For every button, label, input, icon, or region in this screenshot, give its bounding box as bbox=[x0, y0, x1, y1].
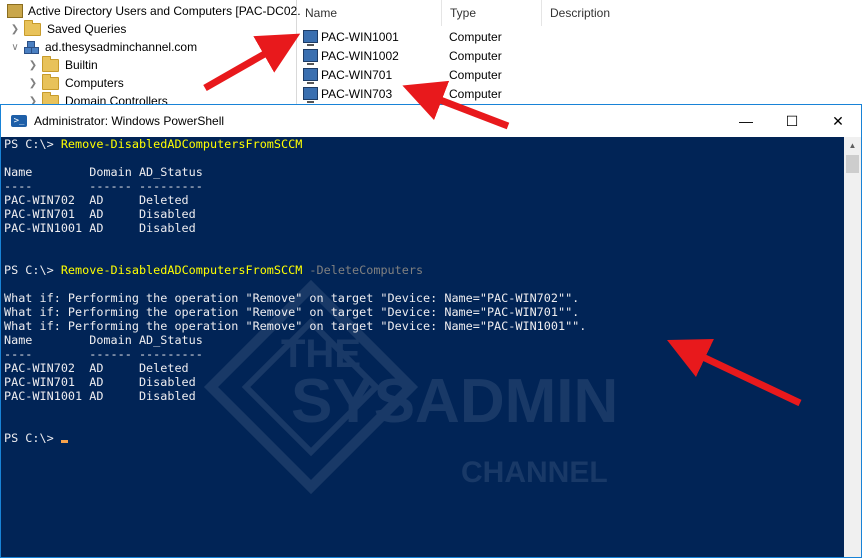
domain-icon bbox=[24, 40, 39, 54]
row-name: PAC-WIN703 bbox=[321, 87, 393, 101]
tree-item-computers[interactable]: ❯ Computers bbox=[28, 73, 124, 92]
computer-disabled-icon bbox=[303, 30, 318, 46]
tree-item-label: Computers bbox=[65, 76, 124, 90]
table-row: PAC-WIN1001 AD Disabled bbox=[4, 221, 196, 235]
whatif-line: What if: Performing the operation "Remov… bbox=[4, 319, 587, 333]
list-item[interactable]: PAC-WIN703 Computer bbox=[297, 85, 857, 104]
row-type: Computer bbox=[449, 49, 502, 63]
computer-icon bbox=[303, 49, 318, 65]
table-header: Name Domain AD_Status bbox=[4, 333, 203, 347]
tree-item-domain[interactable]: ∨ ad.thesysadminchannel.com bbox=[10, 38, 197, 56]
folder-icon bbox=[24, 19, 41, 36]
prompt: PS C:\> bbox=[4, 431, 61, 445]
computer-disabled-icon bbox=[303, 68, 318, 84]
row-type: Computer bbox=[449, 87, 502, 101]
command-parameter: -DeleteComputers bbox=[302, 263, 424, 277]
table-separator: ---- ------ --------- bbox=[4, 347, 203, 361]
list-item[interactable]: PAC-WIN1002 Computer bbox=[297, 47, 857, 66]
console-text: PS C:\> Remove-DisabledADComputersFromSC… bbox=[4, 137, 586, 445]
console-output[interactable]: THE SYSADMIN CHANNEL PS C:\> Remove-Disa… bbox=[1, 137, 844, 557]
chevron-right-icon[interactable]: ❯ bbox=[28, 60, 38, 71]
maximize-button[interactable]: ☐ bbox=[769, 105, 815, 137]
row-name: PAC-WIN1001 bbox=[321, 30, 399, 44]
command: Remove-DisabledADComputersFromSCCM bbox=[60, 263, 303, 277]
text-cursor bbox=[60, 440, 68, 443]
list-item[interactable]: PAC-WIN1001 Computer bbox=[297, 28, 857, 47]
tree-item-label: ad.thesysadminchannel.com bbox=[45, 40, 198, 54]
table-separator: ---- ------ --------- bbox=[4, 179, 203, 193]
tree-item-saved-queries[interactable]: ❯ Saved Queries bbox=[10, 19, 127, 38]
table-row: PAC-WIN702 AD Deleted bbox=[4, 193, 189, 207]
table-row: PAC-WIN1001 AD Disabled bbox=[4, 389, 196, 403]
console-tree: Active Directory Users and Computers [PA… bbox=[0, 0, 301, 108]
command: Remove-DisabledADComputersFromSCCM bbox=[60, 137, 303, 151]
row-name: PAC-WIN1002 bbox=[321, 49, 399, 63]
scroll-thumb[interactable] bbox=[846, 155, 859, 173]
whatif-line: What if: Performing the operation "Remov… bbox=[4, 305, 580, 319]
watermark-line3: CHANNEL bbox=[461, 456, 608, 489]
powershell-window: >_ Administrator: Windows PowerShell — ☐… bbox=[0, 104, 862, 558]
tree-item-label: Saved Queries bbox=[47, 22, 127, 36]
row-type: Computer bbox=[449, 30, 502, 44]
table-row: PAC-WIN701 AD Disabled bbox=[4, 375, 196, 389]
chevron-right-icon[interactable]: ❯ bbox=[10, 24, 20, 35]
tree-root[interactable]: Active Directory Users and Computers [PA… bbox=[7, 2, 301, 20]
folder-icon bbox=[42, 73, 59, 90]
chevron-down-icon[interactable]: ∨ bbox=[10, 42, 20, 53]
scroll-up-icon[interactable]: ▲ bbox=[844, 137, 861, 154]
tree-item-label: Builtin bbox=[65, 58, 98, 72]
column-header-description[interactable]: Description bbox=[542, 0, 702, 26]
chevron-right-icon[interactable]: ❯ bbox=[28, 78, 38, 89]
aduc-title: Active Directory Users and Computers [PA… bbox=[28, 4, 301, 18]
column-header-type[interactable]: Type bbox=[442, 0, 542, 26]
minimize-button[interactable]: — bbox=[723, 105, 769, 137]
vertical-scrollbar[interactable]: ▲ bbox=[844, 137, 861, 557]
row-type: Computer bbox=[449, 68, 502, 82]
table-header: Name Domain AD_Status bbox=[4, 165, 203, 179]
row-name: PAC-WIN701 bbox=[321, 68, 393, 82]
aduc-icon bbox=[7, 4, 23, 18]
computer-list: Name Type Description PAC-WIN1001 Comput… bbox=[297, 0, 862, 104]
prompt: PS C:\> bbox=[4, 137, 61, 151]
tree-item-builtin[interactable]: ❯ Builtin bbox=[28, 55, 98, 74]
folder-icon bbox=[42, 55, 59, 72]
whatif-line: What if: Performing the operation "Remov… bbox=[4, 291, 580, 305]
aduc-window: Active Directory Users and Computers [PA… bbox=[0, 0, 862, 108]
prompt: PS C:\> bbox=[4, 263, 61, 277]
close-button[interactable]: ✕ bbox=[815, 105, 861, 137]
powershell-icon[interactable]: >_ bbox=[11, 115, 27, 127]
table-row: PAC-WIN701 AD Disabled bbox=[4, 207, 196, 221]
table-row: PAC-WIN702 AD Deleted bbox=[4, 361, 189, 375]
list-item[interactable]: PAC-WIN701 Computer bbox=[297, 66, 857, 85]
window-title: Administrator: Windows PowerShell bbox=[34, 114, 225, 128]
column-header-name[interactable]: Name bbox=[297, 0, 442, 26]
title-bar[interactable]: >_ Administrator: Windows PowerShell — ☐… bbox=[1, 105, 861, 137]
computer-icon bbox=[303, 87, 318, 103]
